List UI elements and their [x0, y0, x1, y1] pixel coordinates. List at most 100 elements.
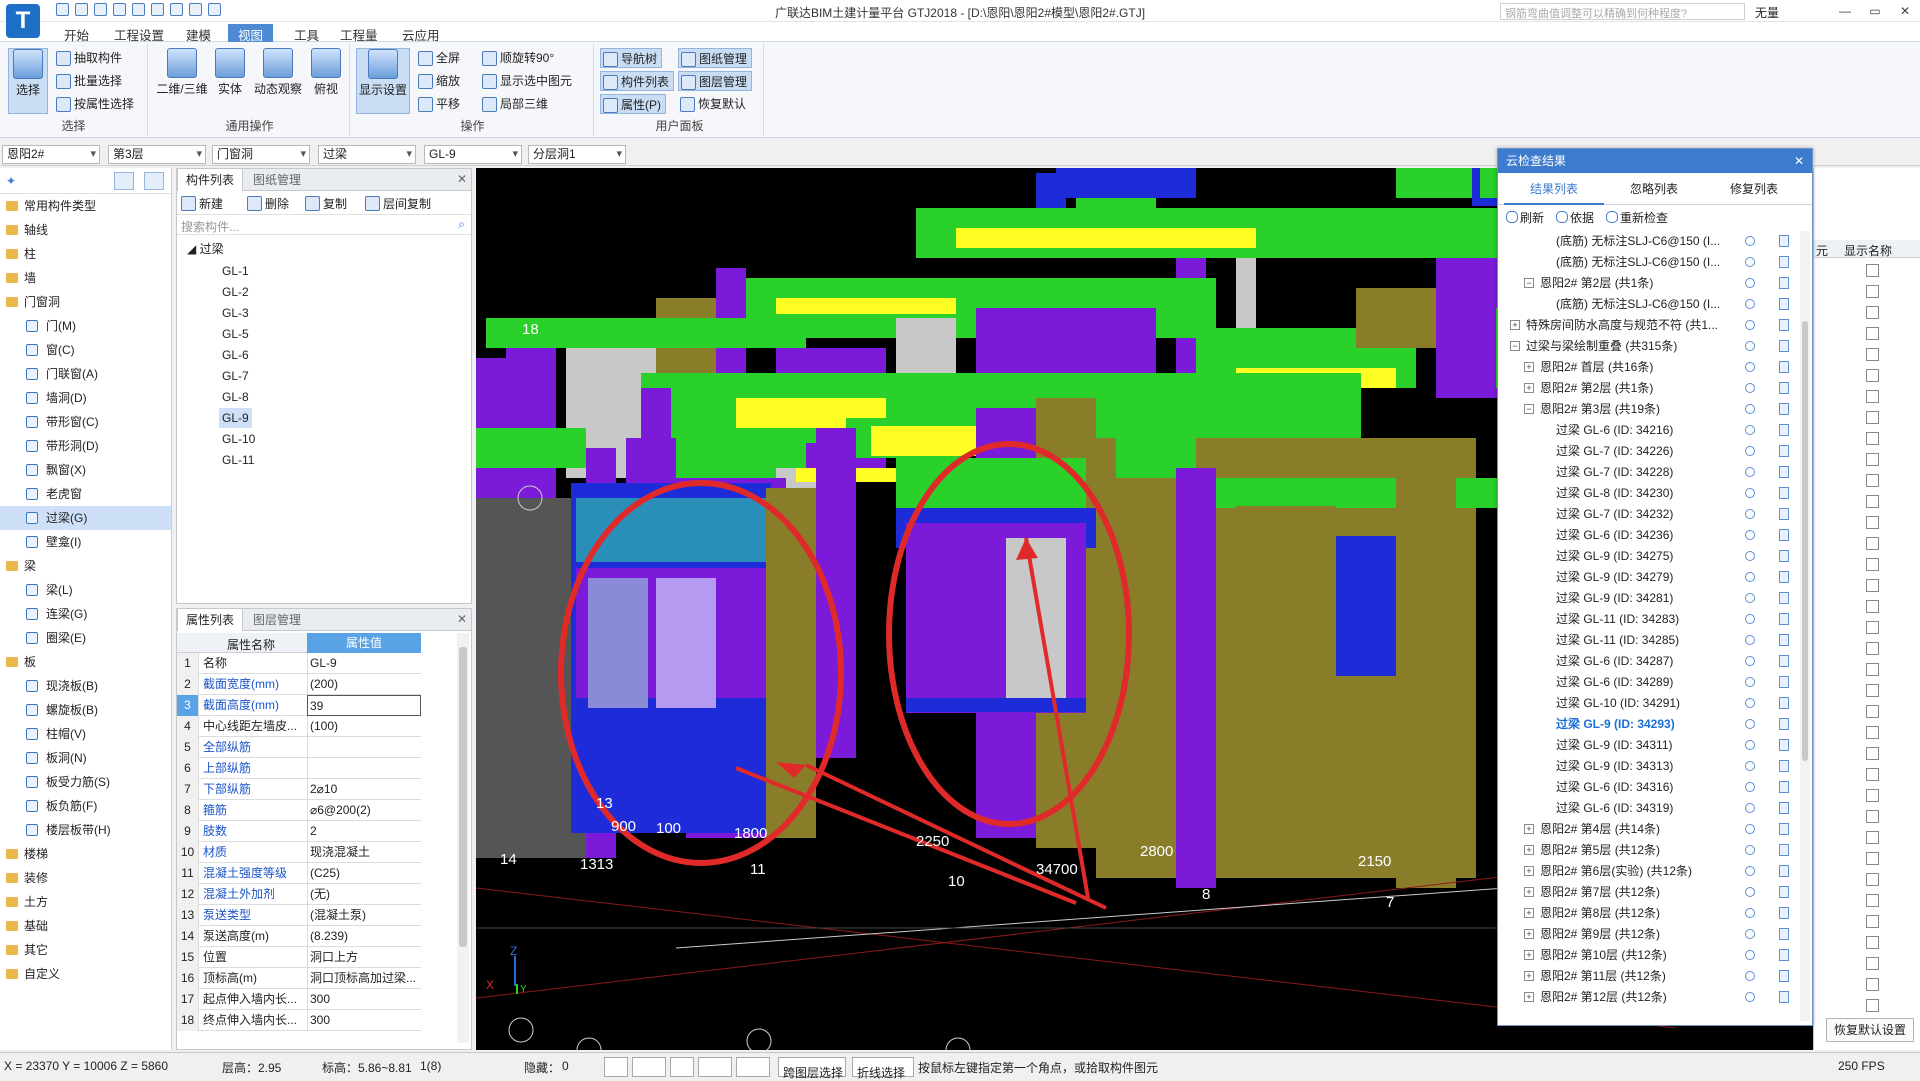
nav-item[interactable]: 常用构件类型 [0, 194, 171, 218]
detail-icon[interactable] [1779, 676, 1789, 688]
result-row[interactable]: + 恩阳2# 第6层(实验) (共12条) [1498, 861, 1798, 882]
building-select[interactable]: 恩阳2# [2, 145, 100, 164]
display-checkbox[interactable] [1866, 978, 1879, 991]
locate-icon[interactable] [1745, 824, 1755, 834]
nav-item[interactable]: 墙 [0, 266, 171, 290]
result-row[interactable]: 过梁 GL-6 (ID: 34236) [1498, 525, 1798, 546]
nav-item[interactable]: 梁(L) [0, 578, 171, 602]
result-row[interactable]: 过梁 GL-11 (ID: 34283) [1498, 609, 1798, 630]
display-checkbox[interactable] [1866, 474, 1879, 487]
detail-icon[interactable] [1779, 277, 1789, 289]
locate-icon[interactable] [1745, 887, 1755, 897]
expand-toggle[interactable]: + [1524, 908, 1534, 918]
detail-icon[interactable] [1779, 928, 1789, 940]
expand-toggle[interactable]: + [1524, 929, 1534, 939]
detail-icon[interactable] [1779, 991, 1789, 1003]
top-view-button[interactable]: 俯视 [306, 48, 346, 97]
display-checkbox[interactable] [1866, 810, 1879, 823]
property-row[interactable]: 10 材质 现浇混凝土 [177, 842, 421, 863]
local-3d-button[interactable]: 局部三维 [480, 94, 548, 114]
detail-icon[interactable] [1779, 697, 1789, 709]
locate-icon[interactable] [1745, 341, 1755, 351]
locate-icon[interactable] [1745, 530, 1755, 540]
result-row[interactable]: 过梁 GL-9 (ID: 34281) [1498, 588, 1798, 609]
detail-icon[interactable] [1779, 529, 1789, 541]
detail-icon[interactable] [1779, 865, 1789, 877]
result-row[interactable]: (底筋) 无标注SLJ-C6@150 (I... [1498, 294, 1798, 315]
locate-icon[interactable] [1745, 446, 1755, 456]
property-row[interactable]: 3 截面高度(mm) 39 [177, 695, 421, 716]
display-checkbox[interactable] [1866, 453, 1879, 466]
detail-icon[interactable] [1779, 802, 1789, 814]
pan-button[interactable]: 平移 [416, 94, 460, 114]
result-row[interactable]: 过梁 GL-6 (ID: 34216) [1498, 420, 1798, 441]
tab-ignored[interactable]: 忽略列表 [1604, 173, 1704, 205]
zoom-button[interactable]: 缩放 [416, 71, 460, 91]
tab-results[interactable]: 结果列表 [1504, 173, 1604, 205]
display-checkbox[interactable] [1866, 852, 1879, 865]
app-logo[interactable]: T [6, 4, 40, 38]
select-button[interactable]: 选择 [8, 48, 48, 114]
property-row[interactable]: 14 泵送高度(m) (8.239) [177, 926, 421, 947]
expand-toggle[interactable]: + [1524, 971, 1534, 981]
floor-copy-button[interactable]: 层间复制 [365, 195, 431, 212]
nav-item[interactable]: 土方 [0, 890, 171, 914]
locate-icon[interactable] [1745, 782, 1755, 792]
solid-button[interactable]: 实体 [210, 48, 250, 97]
nav-item[interactable]: 基础 [0, 914, 171, 938]
detail-icon[interactable] [1779, 823, 1789, 835]
detail-icon[interactable] [1779, 949, 1789, 961]
component-item[interactable]: GL-6 [219, 345, 252, 365]
result-row[interactable]: − 过梁与梁绘制重叠 (共315条) [1498, 336, 1798, 357]
property-row[interactable]: 15 位置 洞口上方 [177, 947, 421, 968]
property-row[interactable]: 1 名称 GL-9 [177, 653, 421, 674]
result-row[interactable]: 过梁 GL-6 (ID: 34289) [1498, 672, 1798, 693]
detail-icon[interactable] [1779, 781, 1789, 793]
detail-icon[interactable] [1779, 466, 1789, 478]
nav-item[interactable]: 壁龛(I) [0, 530, 171, 554]
minimize-button[interactable]: — [1830, 0, 1860, 22]
property-value[interactable]: 2⌀10 [307, 779, 421, 800]
nav-item[interactable]: 梁 [0, 554, 171, 578]
nav-item[interactable]: 轴线 [0, 218, 171, 242]
property-value[interactable]: 300 [307, 1010, 421, 1031]
display-checkbox[interactable] [1866, 579, 1879, 592]
batch-select-button[interactable]: 批量选择 [54, 71, 122, 91]
display-checkbox[interactable] [1866, 894, 1879, 907]
detail-icon[interactable] [1779, 634, 1789, 646]
copy-button[interactable]: 复制 [305, 195, 347, 212]
expand-toggle[interactable]: − [1510, 341, 1520, 351]
locate-icon[interactable] [1745, 425, 1755, 435]
search-icon[interactable]: ⌕ [458, 217, 465, 232]
locate-icon[interactable] [1745, 467, 1755, 477]
result-row[interactable]: + 恩阳2# 第8层 (共12条) [1498, 903, 1798, 924]
detail-icon[interactable] [1779, 970, 1789, 982]
detail-icon[interactable] [1779, 298, 1789, 310]
detail-icon[interactable] [1779, 445, 1789, 457]
property-value[interactable]: 现浇混凝土 [307, 842, 421, 863]
dynamic-input-toggle[interactable] [736, 1057, 770, 1077]
display-checkbox[interactable] [1866, 831, 1879, 844]
close-icon[interactable]: ✕ [457, 612, 467, 626]
result-row[interactable]: + 恩阳2# 第4层 (共14条) [1498, 819, 1798, 840]
display-checkbox[interactable] [1866, 537, 1879, 550]
display-checkbox[interactable] [1866, 495, 1879, 508]
drawing-manager-toggle[interactable]: 图纸管理 [678, 48, 753, 68]
property-value[interactable]: (混凝土泵) [307, 905, 421, 926]
locate-icon[interactable] [1745, 614, 1755, 624]
result-row[interactable]: + 恩阳2# 第12层 (共12条) [1498, 987, 1798, 1008]
result-row[interactable]: − 恩阳2# 第2层 (共1条) [1498, 273, 1798, 294]
layer-select[interactable]: 分层洞1 [528, 145, 626, 164]
display-checkbox[interactable] [1866, 957, 1879, 970]
locate-icon[interactable] [1745, 803, 1755, 813]
result-row[interactable]: 过梁 GL-9 (ID: 34311) [1498, 735, 1798, 756]
locate-icon[interactable] [1745, 866, 1755, 876]
nav-item[interactable]: 带形洞(D) [0, 434, 171, 458]
component-item[interactable]: GL-2 [219, 282, 252, 302]
restore-default-button[interactable]: 恢复默认 [678, 94, 746, 114]
pick-component-button[interactable]: 抽取构件 [54, 48, 122, 68]
result-row[interactable]: 过梁 GL-7 (ID: 34226) [1498, 441, 1798, 462]
nav-item[interactable]: 楼梯 [0, 842, 171, 866]
nav-item[interactable]: 其它 [0, 938, 171, 962]
display-checkbox[interactable] [1866, 411, 1879, 424]
